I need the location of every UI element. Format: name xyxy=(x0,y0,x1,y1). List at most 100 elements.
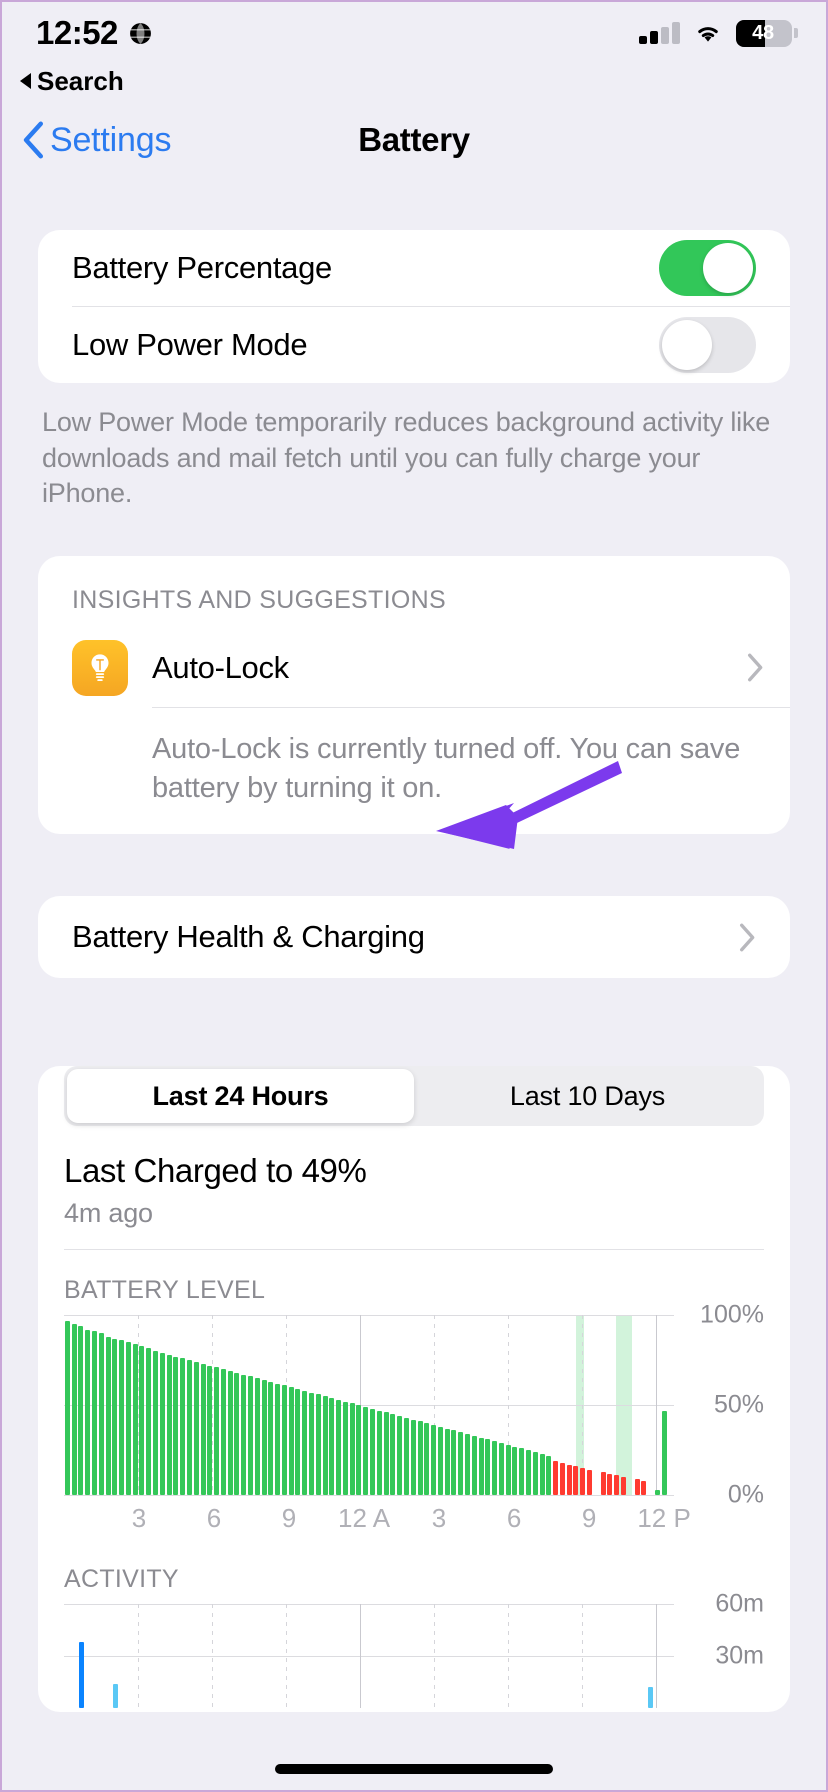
chart-bar xyxy=(403,1417,409,1496)
y-tick-label: 100% xyxy=(700,1300,764,1329)
chart-bar xyxy=(383,1412,389,1496)
chart-bar xyxy=(288,1387,294,1496)
chart-bar xyxy=(234,1372,240,1496)
activity-y-axis: 60m 30m xyxy=(678,1590,764,1708)
back-to-search[interactable]: Search xyxy=(2,64,826,98)
battery-level-chart-title: BATTERY LEVEL xyxy=(64,1276,266,1305)
chart-bar xyxy=(451,1430,457,1496)
chart-bar xyxy=(85,1329,91,1496)
battery-percentage-toggle[interactable] xyxy=(659,240,756,296)
navigation-bar: Settings Battery xyxy=(2,98,826,182)
chart-bar xyxy=(241,1374,247,1496)
x-tick-label: 3 xyxy=(131,1503,147,1534)
battery-health-label: Battery Health & Charging xyxy=(72,919,425,955)
battery-health-card: Battery Health & Charging xyxy=(38,896,790,979)
chart-bar xyxy=(471,1435,477,1496)
chart-bar xyxy=(153,1351,159,1496)
chart-bar xyxy=(485,1439,491,1496)
chart-bar xyxy=(281,1385,287,1496)
chart-bar xyxy=(173,1356,179,1496)
battery-level-chart: 100% 50% 0% xyxy=(38,1301,790,1509)
chart-bar xyxy=(614,1475,620,1496)
chart-bar xyxy=(329,1397,335,1496)
battery-level-bars xyxy=(64,1315,674,1496)
chevron-right-icon xyxy=(747,653,764,682)
segment-last-24-hours[interactable]: Last 24 Hours xyxy=(67,1069,414,1124)
chart-bar xyxy=(302,1390,308,1496)
status-bar: 12:52 48 xyxy=(2,2,826,64)
chart-bar xyxy=(207,1365,213,1496)
battery-percentage-label: Battery Percentage xyxy=(72,250,332,285)
battery-level-x-axis: 3 6 9 12 A 3 6 9 12 P xyxy=(64,1495,764,1539)
back-to-settings-button[interactable]: Settings xyxy=(2,121,171,160)
chart-bar xyxy=(587,1469,593,1496)
chart-bar xyxy=(119,1340,125,1496)
chart-bar xyxy=(607,1473,613,1496)
x-tick-label: 3 xyxy=(431,1503,447,1534)
battery-usage-card: Last 24 Hours Last 10 Days Last Charged … xyxy=(38,1066,790,1713)
x-tick-label: 6 xyxy=(506,1503,522,1534)
row-battery-percentage[interactable]: Battery Percentage xyxy=(38,230,790,306)
activity-plot xyxy=(64,1604,674,1709)
chart-bar xyxy=(526,1450,532,1496)
chart-bar xyxy=(268,1381,274,1496)
chart-bar xyxy=(580,1468,586,1496)
low-power-mode-toggle[interactable] xyxy=(659,317,756,373)
row-battery-health-and-charging[interactable]: Battery Health & Charging xyxy=(38,896,790,978)
chart-bar xyxy=(112,1683,118,1709)
back-label: Settings xyxy=(50,120,172,159)
x-tick-label: 9 xyxy=(281,1503,297,1534)
chart-bar xyxy=(410,1419,416,1496)
toggle-knob xyxy=(703,243,753,293)
insight-item-auto-lock[interactable]: Auto-Lock xyxy=(38,629,790,707)
chart-bar xyxy=(186,1360,192,1496)
chart-bar xyxy=(634,1478,640,1496)
y-tick-label: 30m xyxy=(715,1641,764,1670)
low-power-mode-footnote: Low Power Mode temporarily reduces backg… xyxy=(42,407,771,509)
chart-bar xyxy=(512,1446,518,1496)
chart-bar xyxy=(370,1408,376,1496)
chart-bar xyxy=(336,1399,342,1496)
battery-level-y-axis: 100% 50% 0% xyxy=(678,1301,764,1509)
chart-bar xyxy=(600,1471,606,1496)
lightbulb-icon xyxy=(72,639,128,696)
chart-bar xyxy=(458,1432,464,1496)
chart-bar xyxy=(559,1462,565,1496)
chart-bar xyxy=(397,1415,403,1496)
chart-bar xyxy=(92,1331,98,1496)
chart-bar xyxy=(105,1336,111,1496)
home-indicator xyxy=(275,1764,553,1774)
battery-toggles-card: Battery Percentage Low Power Mode xyxy=(38,230,790,383)
chart-bar xyxy=(431,1424,437,1496)
status-time: 12:52 xyxy=(36,14,118,51)
chart-bar xyxy=(424,1423,430,1496)
chart-bar xyxy=(519,1448,525,1496)
chart-bar xyxy=(376,1410,382,1496)
x-tick-label: 6 xyxy=(206,1503,222,1534)
chart-bar xyxy=(132,1343,138,1496)
chart-bar xyxy=(64,1320,70,1496)
chart-bar xyxy=(159,1352,165,1496)
chart-bar xyxy=(227,1370,233,1496)
y-tick-label: 60m xyxy=(715,1589,764,1618)
insight-item-label: Auto-Lock xyxy=(152,649,289,685)
chart-bar xyxy=(275,1383,281,1496)
chart-bar xyxy=(647,1687,654,1709)
row-low-power-mode[interactable]: Low Power Mode xyxy=(38,307,790,383)
time-range-segmented-control[interactable]: Last 24 Hours Last 10 Days xyxy=(64,1066,764,1127)
chart-bar xyxy=(146,1347,152,1496)
chart-bar xyxy=(214,1367,220,1496)
insights-header: INSIGHTS AND SUGGESTIONS xyxy=(72,585,446,614)
chart-bar xyxy=(322,1396,328,1496)
chart-bar xyxy=(193,1361,199,1496)
status-bar-left: 12:52 xyxy=(36,14,153,52)
segment-last-10-days[interactable]: Last 10 Days xyxy=(414,1069,761,1123)
chart-bar xyxy=(261,1379,267,1496)
chart-bar xyxy=(71,1324,77,1496)
chart-bar xyxy=(315,1394,321,1496)
x-tick-label: 12 A xyxy=(338,1503,391,1534)
status-bar-right: 48 xyxy=(639,19,798,47)
insights-card: INSIGHTS AND SUGGESTIONS Auto-Lock Auto-… xyxy=(38,555,790,835)
activity-bars xyxy=(64,1604,674,1709)
chart-bar xyxy=(444,1428,450,1496)
